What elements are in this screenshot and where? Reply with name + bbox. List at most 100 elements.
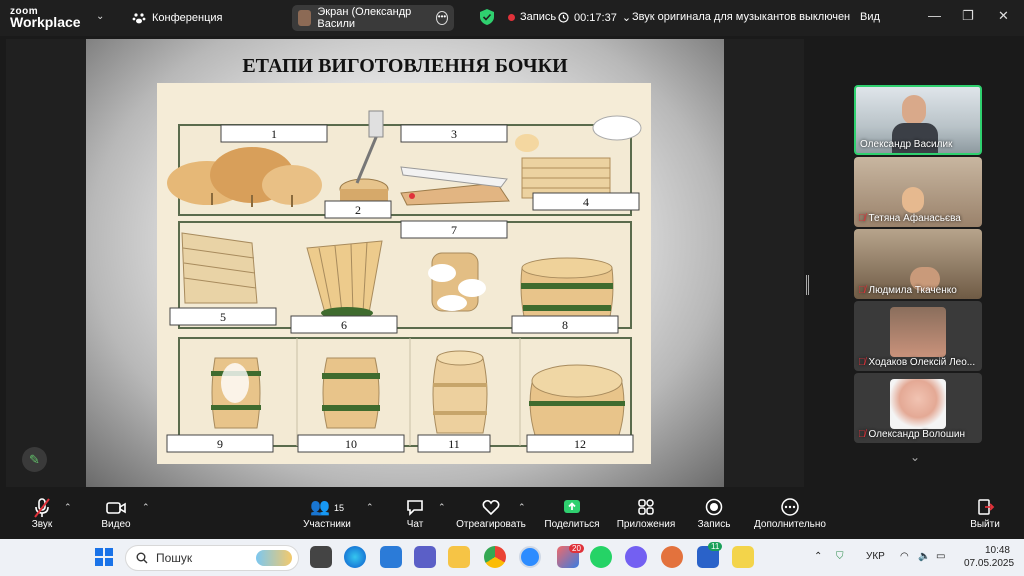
share-label: Поделиться [544, 519, 600, 530]
mic-muted-icon: 🎙̸ [858, 357, 866, 368]
branded-barrel-drawing [529, 364, 625, 436]
view-menu[interactable]: Вид [860, 11, 880, 23]
avatar [890, 379, 946, 429]
apps-button[interactable]: Приложения [616, 497, 676, 530]
chat-label: Чат [406, 519, 424, 530]
leave-icon [968, 497, 1002, 519]
stage-label: 3 [451, 127, 457, 141]
shared-screen: ЕТАПИ ВИГОТОВЛЕННЯ БОЧКИ 1 2 3 4 5 6 7 8… [6, 39, 804, 487]
timer-value: 00:17:37 [574, 11, 617, 24]
chevron-up-icon[interactable]: ⌃ [64, 502, 72, 513]
close-icon[interactable]: ✕ [998, 8, 1009, 24]
hooped-barrel-drawing [520, 257, 614, 322]
participant-name: 🎙̸ Людмила Ткаченко [858, 285, 957, 296]
more-icon[interactable]: ••• [435, 11, 448, 25]
chevron-up-icon[interactable]: ⌃ [518, 502, 526, 513]
chevron-up-icon[interactable]: ⌃ [366, 502, 374, 513]
search-highlight-icon [256, 550, 292, 566]
notification-badge: 20 [569, 544, 584, 553]
meeting-timer[interactable]: 00:17:37 ⌄ [558, 11, 631, 24]
viber-icon[interactable] [625, 546, 647, 568]
sticky-notes-icon[interactable] [732, 546, 754, 568]
stage-label: 7 [451, 223, 457, 237]
react-button[interactable]: Отреагировать [456, 497, 526, 530]
participant-tile[interactable]: 🎙̸ Ходаков Олексій Лео... [854, 301, 982, 371]
calendar-icon[interactable] [380, 546, 402, 568]
task-view-icon[interactable] [310, 546, 332, 568]
participant-name: Олександр Василик [860, 139, 953, 150]
mic-muted-icon: 🎙̸ [858, 285, 866, 296]
speaker-icon[interactable]: 🔈 [918, 551, 930, 562]
whatsapp-icon[interactable] [590, 546, 612, 568]
stage-label: 10 [345, 437, 357, 451]
chevron-up-icon[interactable]: ⌃ [142, 502, 150, 513]
system-clock[interactable]: 10:48 07.05.2025 [964, 544, 1015, 570]
title-bar: zoom Workplace ⌄ Конференция Экран (Олек… [0, 0, 1024, 36]
clock-time: 10:48 [984, 545, 1010, 556]
mic-muted-icon: 🎙̸ [858, 213, 866, 224]
barrel-making-illustration: 1 2 3 4 5 6 7 8 9 10 11 12 [157, 83, 651, 464]
taskbar-search[interactable]: Пошук [125, 545, 299, 571]
participant-video [902, 95, 926, 125]
chevron-up-icon[interactable]: ⌃ [814, 551, 822, 562]
participant-tile[interactable]: Олександр Василик [854, 85, 982, 155]
wifi-icon[interactable]: ◠ [900, 551, 909, 562]
record-icon [696, 497, 732, 519]
paw-icon [132, 13, 146, 24]
original-sound-status[interactable]: Звук оригинала для музыкантов выключен [632, 11, 850, 23]
recording-indicator[interactable]: Запись [508, 11, 556, 23]
language-indicator[interactable]: УКР [866, 551, 885, 562]
minimize-icon[interactable]: — [928, 8, 941, 23]
audio-label: Звук [31, 519, 53, 530]
screen-share-pill[interactable]: Экран (Олександр Васили ••• [292, 5, 454, 31]
stage-label: 2 [355, 203, 361, 217]
leave-button[interactable]: Выйти [968, 497, 1002, 530]
more-button[interactable]: Дополнительно [752, 497, 828, 530]
app-icon[interactable] [661, 546, 683, 568]
windows-start-icon[interactable] [95, 548, 113, 566]
panel-resize-handle[interactable] [806, 275, 809, 295]
logo-bottom-text: Workplace [10, 14, 81, 30]
shield-icon[interactable] [480, 9, 494, 25]
react-label: Отреагировать [456, 519, 526, 530]
chevron-down-icon[interactable]: ⌄ [910, 450, 920, 464]
participants-button[interactable]: 👥 15 Участники [300, 497, 354, 530]
chevron-up-icon[interactable]: ⌃ [438, 502, 446, 513]
zoom-logo: zoom Workplace [10, 6, 81, 30]
slide-title: ЕТАПИ ВИГОТОВЛЕННЯ БОЧКИ [242, 55, 568, 77]
share-button[interactable]: Поделиться [544, 497, 600, 530]
video-button[interactable]: Видео [96, 497, 136, 530]
participant-tile[interactable]: 🎙̸ Тетяна Афанасьєва [854, 157, 982, 227]
annotate-pencil-icon[interactable]: ✎ [22, 447, 47, 472]
audio-button[interactable]: Звук [22, 497, 62, 530]
teams-icon[interactable] [414, 546, 436, 568]
mic-muted-icon [22, 497, 62, 519]
video-label: Видео [101, 519, 131, 530]
participant-video [902, 187, 924, 213]
chevron-down-icon[interactable]: ⌄ [96, 11, 104, 22]
stage-label: 12 [574, 437, 586, 451]
conference-menu[interactable]: Конференция [132, 11, 222, 25]
chat-button[interactable]: Чат [402, 497, 428, 530]
record-button[interactable]: Запись [696, 497, 732, 530]
share-screen-icon [544, 497, 600, 519]
record-label: Запись [697, 519, 731, 530]
record-dot-icon [508, 13, 515, 21]
search-placeholder: Пошук [156, 551, 193, 565]
clock-date: 07.05.2025 [964, 558, 1015, 569]
windows-taskbar: Пошук 20 11 ⌃ ⛉ УКР ◠ 🔈 ▭ 10:48 07.05.20… [0, 539, 1024, 576]
edge-icon[interactable] [344, 546, 366, 568]
restore-icon[interactable]: ❐ [962, 8, 974, 24]
battery-icon[interactable]: ▭ [936, 551, 945, 562]
participant-tile[interactable]: 🎙̸ Людмила Ткаченко [854, 229, 982, 299]
security-tray-icon[interactable]: ⛉ [836, 551, 844, 562]
mic-muted-icon: 🎙̸ [858, 429, 866, 440]
chrome-icon[interactable] [484, 546, 506, 568]
plank-stack-drawing [181, 232, 258, 304]
zoom-icon[interactable] [519, 546, 541, 568]
more-icon [752, 497, 828, 519]
file-explorer-icon[interactable] [448, 546, 470, 568]
participant-tile[interactable]: 🎙̸ Олександр Волошин [854, 373, 982, 443]
avatar [890, 307, 946, 357]
leave-label: Выйти [970, 519, 1000, 530]
